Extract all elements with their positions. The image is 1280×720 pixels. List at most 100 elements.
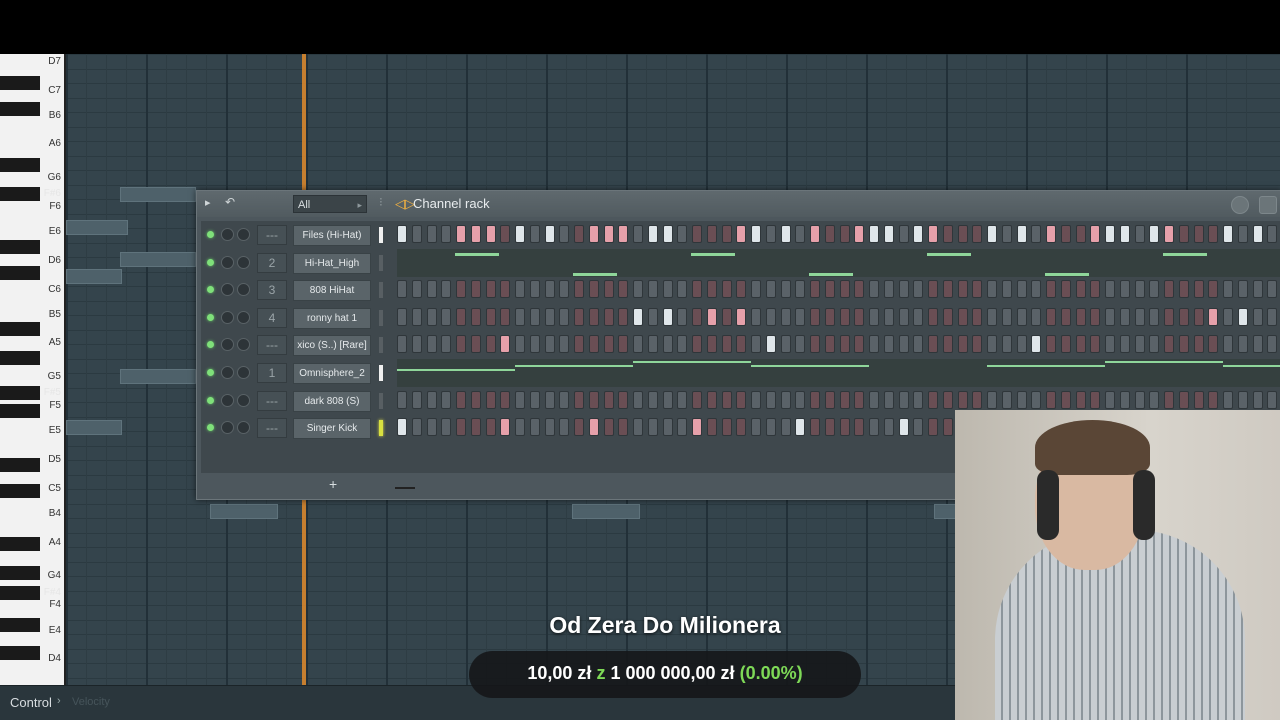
step-button[interactable] (529, 280, 540, 299)
channel-pan-knob[interactable] (221, 255, 234, 269)
black-key[interactable] (0, 566, 40, 580)
step-button[interactable] (1208, 280, 1219, 299)
step-button[interactable] (1075, 390, 1086, 409)
step-button[interactable] (736, 390, 747, 409)
step-button[interactable] (1016, 225, 1027, 243)
step-button[interactable] (839, 390, 850, 409)
step-button[interactable] (736, 335, 747, 354)
step-button[interactable] (485, 280, 496, 299)
step-button[interactable] (839, 335, 850, 354)
step-button[interactable] (1149, 390, 1160, 409)
step-button[interactable] (957, 390, 968, 409)
step-button[interactable] (928, 418, 938, 437)
channel-row[interactable]: 2 Hi-Hat_High (201, 248, 1280, 277)
step-button[interactable] (397, 335, 407, 354)
step-button[interactable] (824, 280, 835, 299)
step-button[interactable] (1193, 307, 1204, 326)
step-button[interactable] (898, 335, 909, 354)
step-button[interactable] (721, 390, 732, 409)
step-button[interactable] (1090, 307, 1101, 326)
channel-volume-knob[interactable] (237, 283, 250, 297)
step-button[interactable] (1164, 307, 1174, 326)
step-button[interactable] (603, 418, 614, 437)
control-label[interactable]: Control (10, 695, 52, 710)
step-button[interactable] (1193, 280, 1204, 299)
step-button[interactable] (426, 390, 437, 409)
step-button[interactable] (1105, 390, 1115, 409)
step-button[interactable] (736, 280, 747, 299)
step-button[interactable] (662, 225, 673, 243)
step-button[interactable] (1001, 280, 1012, 299)
step-button[interactable] (397, 280, 407, 299)
channel-name-button[interactable]: 808 HiHat (293, 280, 371, 302)
step-button[interactable] (485, 335, 496, 354)
piano-roll-note[interactable] (66, 420, 122, 435)
step-button[interactable] (839, 280, 850, 299)
channel-mute-led[interactable] (207, 313, 214, 321)
black-key[interactable] (0, 102, 40, 116)
step-button[interactable] (456, 280, 466, 299)
step-button[interactable] (588, 280, 599, 299)
step-button[interactable] (411, 280, 422, 299)
channel-mixer-track[interactable]: --- (257, 418, 287, 439)
step-button[interactable] (1134, 307, 1145, 326)
black-key[interactable] (0, 240, 40, 254)
step-button[interactable] (898, 225, 909, 243)
step-button[interactable] (987, 307, 997, 326)
step-button[interactable] (500, 307, 511, 326)
step-button[interactable] (559, 335, 570, 354)
step-button[interactable] (397, 307, 407, 326)
step-button[interactable] (751, 390, 761, 409)
step-button[interactable] (633, 335, 643, 354)
step-button[interactable] (544, 280, 555, 299)
step-button[interactable] (824, 225, 835, 243)
step-button[interactable] (603, 280, 614, 299)
control-arrow-icon[interactable]: › (57, 695, 61, 707)
step-button[interactable] (1237, 225, 1248, 243)
step-button[interactable] (869, 418, 879, 437)
step-button[interactable] (647, 335, 658, 354)
step-button[interactable] (1046, 335, 1056, 354)
step-button[interactable] (544, 418, 555, 437)
channel-name-button[interactable]: dark 808 (S) (293, 390, 371, 412)
step-button[interactable] (574, 225, 584, 243)
step-button[interactable] (1134, 335, 1145, 354)
step-sequencer[interactable] (397, 390, 1280, 411)
step-button[interactable] (618, 335, 629, 354)
step-button[interactable] (588, 307, 599, 326)
step-button[interactable] (1016, 335, 1027, 354)
step-button[interactable] (913, 390, 924, 409)
step-button[interactable] (913, 307, 924, 326)
step-button[interactable] (706, 418, 717, 437)
step-button[interactable] (588, 335, 599, 354)
step-button[interactable] (633, 280, 643, 299)
step-button[interactable] (883, 418, 894, 437)
step-button[interactable] (1267, 225, 1278, 243)
step-button[interactable] (1252, 225, 1263, 243)
step-button[interactable] (1237, 335, 1248, 354)
channel-select-indicator[interactable] (379, 392, 383, 409)
step-button[interactable] (721, 335, 732, 354)
step-button[interactable] (1237, 307, 1248, 326)
step-button[interactable] (913, 335, 924, 354)
step-button[interactable] (618, 225, 629, 243)
step-button[interactable] (1267, 335, 1278, 354)
step-button[interactable] (810, 390, 820, 409)
step-button[interactable] (1119, 335, 1130, 354)
step-button[interactable] (1164, 335, 1174, 354)
channel-select-indicator[interactable] (379, 282, 383, 299)
step-button[interactable] (795, 335, 806, 354)
step-button[interactable] (928, 390, 938, 409)
channel-name-button[interactable]: Omnisphere_2 (293, 363, 371, 384)
step-button[interactable] (1031, 390, 1042, 409)
step-button[interactable] (810, 280, 820, 299)
step-button[interactable] (603, 225, 614, 243)
step-button[interactable] (1105, 335, 1115, 354)
step-button[interactable] (706, 280, 717, 299)
black-key[interactable] (0, 537, 40, 551)
step-button[interactable] (426, 225, 437, 243)
channel-pan-knob[interactable] (221, 393, 234, 407)
channel-pan-knob[interactable] (221, 338, 234, 352)
step-button[interactable] (692, 307, 702, 326)
step-button[interactable] (411, 335, 422, 354)
